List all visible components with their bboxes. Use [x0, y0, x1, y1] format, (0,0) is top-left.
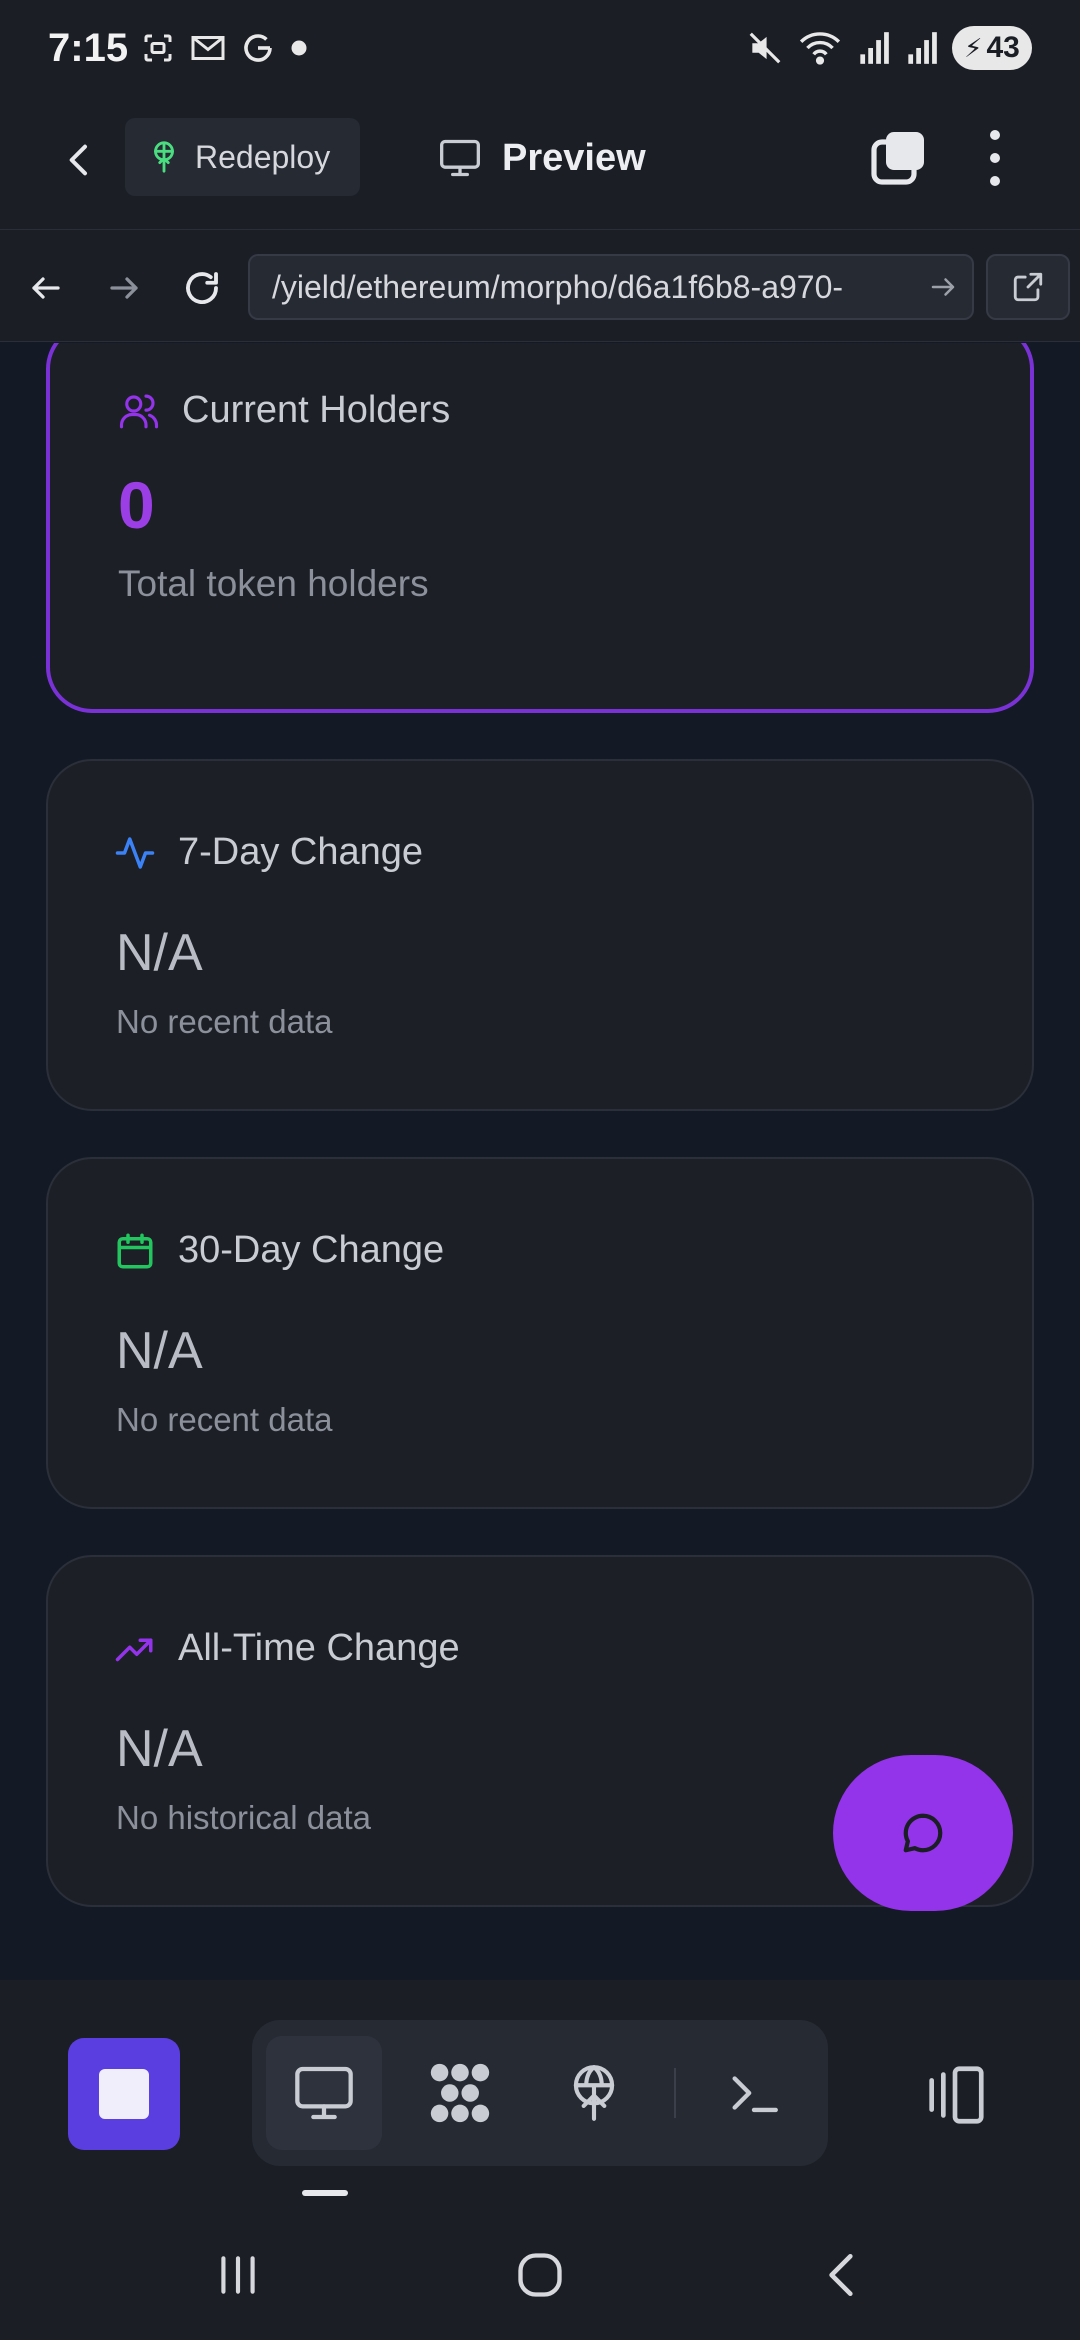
charging-icon: ⚡ — [964, 32, 983, 63]
signal-icon — [860, 32, 889, 64]
wifi-icon — [799, 32, 841, 65]
reload-button[interactable] — [172, 258, 232, 318]
back-button[interactable] — [50, 130, 110, 190]
preview-tool-button[interactable] — [266, 2036, 382, 2150]
external-link-icon — [1013, 272, 1043, 302]
card-header: 7-Day Change — [114, 831, 423, 874]
card-title: Current Holders — [182, 389, 451, 431]
status-time: 7:15 — [48, 26, 129, 70]
card-value: 0 — [118, 468, 155, 542]
recent-apps-button[interactable] — [198, 2240, 278, 2310]
battery-indicator: ⚡ 43 — [952, 26, 1032, 70]
card-subtitle: Total token holders — [118, 563, 429, 604]
arrow-right-icon — [110, 277, 138, 299]
mail-icon — [191, 36, 225, 60]
card-header: Current Holders — [118, 389, 450, 432]
activity-icon — [115, 836, 155, 869]
google-icon — [244, 34, 272, 62]
browser-back-button[interactable] — [16, 258, 76, 318]
screenshot-icon — [144, 34, 172, 62]
more-options-button[interactable] — [980, 126, 1010, 190]
url-field[interactable]: /yield/ethereum/morpho/d6a1f6b8-a970- — [248, 254, 974, 320]
card-title: All-Time Change — [178, 1627, 460, 1669]
trending-up-icon — [115, 1638, 153, 1661]
home-icon — [518, 2253, 562, 2297]
card-subtitle: No historical data — [116, 1799, 371, 1836]
redeploy-label: Redeploy — [195, 138, 331, 175]
monitor-icon — [440, 139, 480, 177]
url-text: /yield/ethereum/morpho/d6a1f6b8-a970- — [272, 268, 844, 305]
chat-fab-button[interactable] — [833, 1755, 1013, 1911]
split-view-icon — [929, 2066, 984, 2124]
terminal-icon — [732, 2076, 778, 2113]
mute-icon — [749, 32, 781, 64]
card-value: N/A — [116, 1322, 203, 1380]
card-title: 7-Day Change — [178, 831, 424, 873]
card-header: 30-Day Change — [114, 1229, 444, 1272]
card-header: All-Time Change — [114, 1627, 460, 1670]
split-view-button[interactable] — [920, 2060, 990, 2130]
card-value: N/A — [116, 1720, 203, 1778]
open-external-button[interactable] — [986, 254, 1070, 320]
calendar-icon — [117, 1233, 153, 1268]
system-back-button[interactable] — [802, 2240, 882, 2310]
status-system-icons: ⚡ 43 — [746, 26, 1032, 70]
deploy-icon — [154, 141, 174, 173]
monitor-icon — [295, 2066, 353, 2120]
tabs-icon — [871, 132, 924, 185]
go-arrow-icon[interactable] — [928, 272, 958, 302]
deploy-icon — [573, 2065, 615, 2121]
chevron-left-icon — [69, 144, 87, 176]
seven-day-change-card: 7-Day Change N/A No recent data — [46, 759, 1034, 1111]
browser-forward-button[interactable] — [94, 258, 154, 318]
tool-divider — [674, 2068, 676, 2118]
users-icon — [119, 394, 159, 428]
dot — [990, 176, 1000, 186]
recents-icon — [221, 2256, 255, 2294]
card-subtitle: No recent data — [116, 1401, 333, 1438]
signal-icon-2 — [908, 32, 937, 64]
preview-label: Preview — [502, 136, 646, 179]
redeploy-button[interactable]: Redeploy — [125, 118, 360, 196]
dot — [990, 130, 1000, 140]
reload-icon — [186, 272, 218, 304]
card-subtitle: No recent data — [116, 1003, 333, 1040]
stop-button[interactable] — [68, 2038, 180, 2150]
card-value: N/A — [116, 924, 203, 982]
back-chevron-icon — [829, 2253, 853, 2297]
stop-icon — [99, 2069, 149, 2119]
active-tool-indicator — [302, 2190, 348, 2196]
chat-bubble-icon — [903, 1813, 943, 1853]
home-button[interactable] — [500, 2240, 580, 2310]
preview-tab[interactable]: Preview — [438, 128, 646, 188]
terminal-tool-button[interactable] — [696, 2036, 812, 2150]
preview-content: Current Holders 0 Total token holders 7-… — [0, 343, 1080, 1980]
deploy-tool-button[interactable] — [536, 2036, 652, 2150]
workspace-tool-button[interactable] — [402, 2036, 518, 2150]
card-title: 30-Day Change — [178, 1229, 445, 1271]
dot — [990, 153, 1000, 163]
dot-icon — [291, 40, 307, 56]
status-notification-icons — [140, 30, 308, 66]
tabs-button[interactable] — [868, 128, 928, 188]
current-holders-card: Current Holders 0 Total token holders — [46, 343, 1034, 713]
battery-level: 43 — [986, 31, 1020, 64]
arrow-left-icon — [32, 277, 60, 299]
thirty-day-change-card: 30-Day Change N/A No recent data — [46, 1157, 1034, 1509]
grid-blocks-icon — [430, 2063, 490, 2123]
